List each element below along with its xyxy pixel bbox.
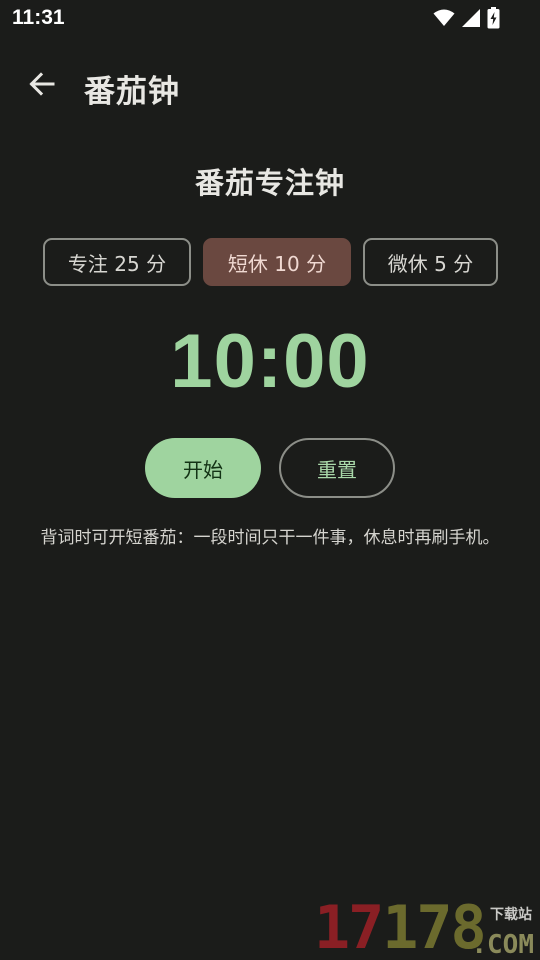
arrow-left-icon	[28, 70, 56, 102]
mode-chip-short-break-10[interactable]: 短休 10 分	[203, 238, 351, 286]
battery-charging-icon	[487, 7, 500, 29]
status-icons	[433, 7, 500, 29]
status-bar: 11:31	[0, 0, 540, 36]
app-title: 番茄钟	[84, 74, 180, 110]
app-bar: 番茄钟	[0, 52, 540, 116]
watermark-logo: 17178 下载站 .COM	[314, 893, 536, 960]
start-button[interactable]: 开始	[145, 438, 261, 498]
status-time: 11:31	[12, 6, 65, 29]
mode-chip-focus-25[interactable]: 专注 25 分	[43, 238, 191, 286]
watermark-number: 17178	[314, 893, 487, 960]
watermark-tag: 下载站	[490, 907, 532, 923]
watermark-domain: .COM	[471, 930, 534, 960]
wifi-icon	[433, 9, 455, 27]
mode-chip-micro-break-5[interactable]: 微休 5 分	[363, 238, 498, 286]
control-buttons: 开始 重置	[0, 438, 540, 498]
tip-text: 背词时可开短番茄：一段时间只干一件事，休息时再刷手机。	[40, 528, 500, 548]
cellular-signal-icon	[461, 8, 481, 28]
timer-display: 10:00	[170, 319, 370, 404]
mode-selector: 专注 25 分 短休 10 分 微休 5 分	[0, 238, 540, 286]
page-heading: 番茄专注钟	[194, 166, 345, 200]
back-button[interactable]	[20, 64, 64, 108]
pomodoro-screen: 11:31 番茄钟 番茄专注钟 专注 25 分 短休 10 分 微休 5 分 1…	[0, 0, 540, 960]
reset-button[interactable]: 重置	[279, 438, 395, 498]
